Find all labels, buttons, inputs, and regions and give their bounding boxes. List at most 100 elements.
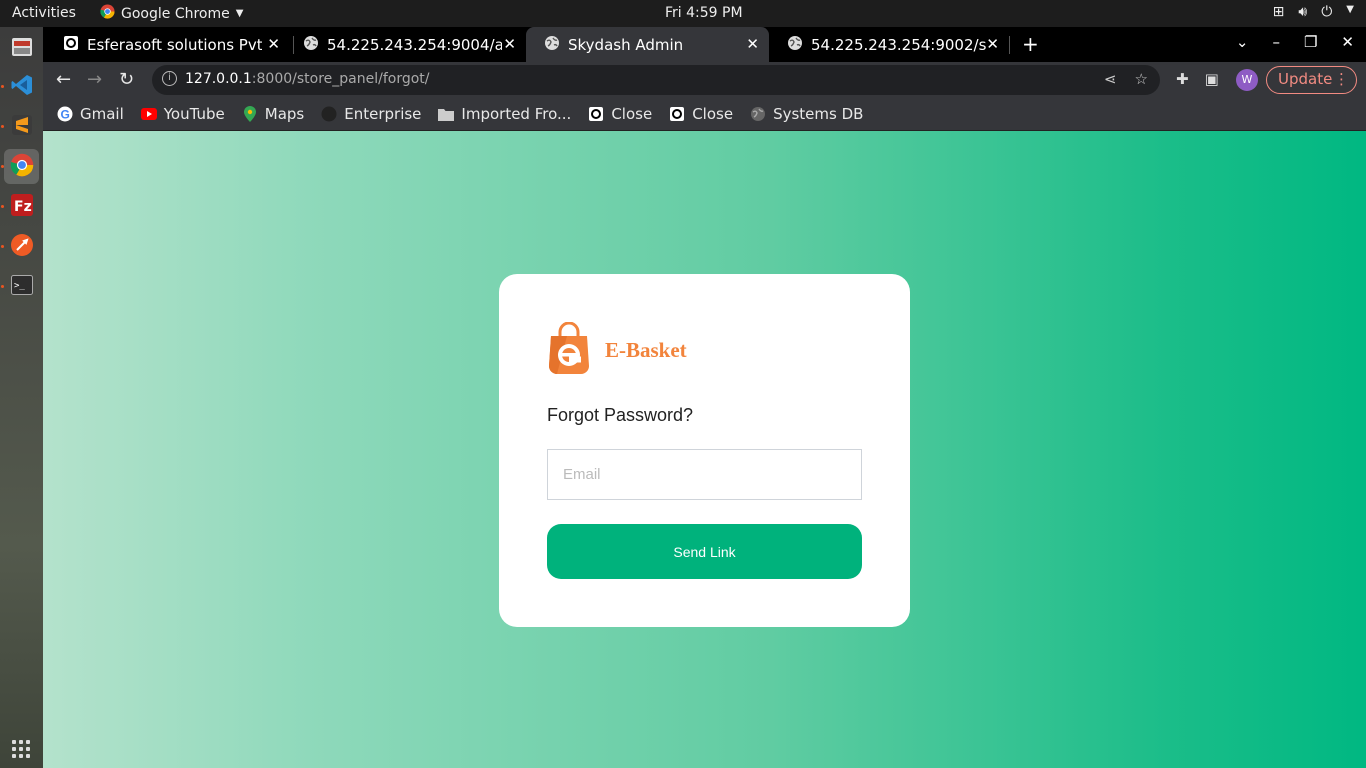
kebab-menu-icon: ⋮ [1334, 70, 1349, 88]
dock-vscode[interactable] [4, 69, 39, 104]
folder-icon [438, 106, 455, 122]
back-arrow-icon[interactable]: ← [56, 69, 71, 90]
omnibox-actions: ⋖ ☆ [1104, 70, 1148, 88]
brand-name: E-Basket [605, 337, 687, 362]
url-text[interactable]: 127.0.0.1:8000/store_panel/forgot/ [185, 71, 430, 87]
close-icon[interactable]: ✕ [746, 35, 759, 53]
bookmark-enterprise[interactable]: Enterprise [321, 105, 421, 123]
sublime-icon [11, 114, 33, 140]
shopping-bag-logo-icon [547, 321, 591, 378]
forward-arrow-icon[interactable]: → [87, 69, 102, 90]
running-indicator [1, 245, 4, 248]
reload-icon[interactable]: ↻ [119, 69, 134, 90]
network-icon: ⊞ [1272, 4, 1285, 20]
close-icon[interactable]: ✕ [986, 35, 999, 53]
running-indicator [1, 85, 4, 88]
brand-logo: E-Basket [547, 321, 687, 378]
bookmark-label: YouTube [163, 105, 225, 123]
globe-icon [787, 35, 803, 55]
tab-esferasoft[interactable]: Esferasoft solutions Pvt Ltd ✕ [45, 27, 290, 62]
youtube-icon [140, 106, 157, 122]
address-bar[interactable]: i 127.0.0.1:8000/store_panel/forgot/ ⋖ ☆ [152, 65, 1160, 95]
tab-strip: Esferasoft solutions Pvt Ltd ✕ 54.225.24… [43, 27, 1366, 62]
page-viewport: E-Basket Forgot Password? Send Link [43, 131, 1366, 768]
update-button[interactable]: Update ⋮ [1266, 66, 1357, 94]
bookmark-youtube[interactable]: YouTube [140, 105, 225, 123]
dock-files-manager[interactable] [4, 31, 39, 66]
extension-area: ✚ ▣ [1176, 70, 1219, 88]
running-indicator [1, 125, 4, 128]
bookmark-label: Maps [264, 105, 305, 123]
send-link-button[interactable]: Send Link [547, 524, 862, 579]
dock-sublime[interactable] [4, 109, 39, 144]
dock-postman[interactable] [4, 229, 39, 264]
globe-icon [544, 35, 560, 55]
dock-filezilla[interactable]: Fz [4, 189, 39, 224]
terminal-icon: >_ [10, 274, 33, 299]
star-icon[interactable]: ☆ [1135, 70, 1148, 88]
chevron-down-icon: ▼ [235, 8, 244, 19]
close-icon[interactable]: ✕ [267, 35, 280, 53]
chrome-icon [100, 4, 115, 23]
restore-icon[interactable]: ❐ [1304, 33, 1317, 51]
bookmark-maps[interactable]: Maps [242, 105, 304, 123]
bookmark-imported-folder[interactable]: Imported Fro... [438, 105, 571, 123]
bookmark-label: Gmail [80, 105, 124, 123]
tab-title: Esferasoft solutions Pvt Ltd [87, 35, 262, 54]
tab-store-9002[interactable]: 54.225.243.254:9002/store ✕ [769, 27, 1009, 62]
app-menu-label: Google Chrome [121, 5, 230, 22]
tab-title: 54.225.243.254:9004/app/ [327, 35, 502, 54]
close-window-icon[interactable]: ✕ [1341, 33, 1354, 51]
svg-text:G: G [61, 108, 70, 122]
page-title: Forgot Password? [547, 405, 694, 425]
tab-app-9004[interactable]: 54.225.243.254:9004/app/ ✕ [285, 27, 526, 62]
file-cabinet-icon [11, 36, 33, 62]
svg-text:>_: >_ [14, 281, 25, 291]
bookmarks-bar: G Gmail YouTube Maps Enterprise Imported… [43, 98, 1366, 131]
new-tab-button[interactable]: + [1022, 32, 1039, 56]
bookmark-label: Systems DB [773, 105, 864, 123]
site-info-icon[interactable]: i [162, 71, 177, 86]
bookmark-close-2[interactable]: Close [669, 105, 733, 123]
profile-avatar[interactable]: W [1236, 69, 1258, 91]
email-field[interactable] [547, 449, 862, 500]
vscode-icon [11, 74, 33, 100]
chrome-icon [10, 153, 34, 181]
bookmark-systems-db[interactable]: Systems DB [750, 105, 863, 123]
clock[interactable]: Fri 4:59 PM [665, 5, 743, 21]
bookmark-gmail[interactable]: G Gmail [57, 105, 124, 123]
app-menu[interactable]: Google Chrome ▼ [100, 4, 243, 23]
filezilla-icon: Fz [10, 193, 34, 221]
tab-skydash-admin[interactable]: Skydash Admin ✕ [526, 27, 769, 62]
system-top-bar: Activities Google Chrome ▼ Fri 4:59 PM ⊞… [0, 0, 1366, 27]
window-controls: ⌄ – ❐ ✕ [1236, 33, 1354, 51]
power-icon: ⏻ [1321, 4, 1333, 20]
bookmark-close-1[interactable]: Close [588, 105, 652, 123]
minimize-icon[interactable]: – [1272, 33, 1280, 51]
activities-button[interactable]: Activities [12, 5, 76, 21]
bookmark-label: Close [611, 105, 653, 123]
site-favicon-icon [63, 35, 79, 55]
url-host: 127.0.0.1 [185, 71, 252, 87]
dock-terminal[interactable]: >_ [4, 269, 39, 304]
volume-icon: 🔊︎ [1298, 4, 1308, 20]
puzzle-piece-icon[interactable]: ✚ [1176, 70, 1189, 88]
dock-chrome[interactable] [4, 149, 39, 184]
tab-search-chevron-icon[interactable]: ⌄ [1236, 33, 1249, 51]
bookmark-label: Enterprise [344, 105, 422, 123]
url-path: :8000/store_panel/forgot/ [251, 71, 430, 87]
running-indicator [1, 165, 4, 168]
tab-separator [1009, 36, 1010, 54]
show-applications-icon[interactable] [12, 740, 30, 758]
close-icon[interactable]: ✕ [503, 35, 516, 53]
close-site-icon [588, 106, 604, 122]
close-site-icon [669, 106, 685, 122]
side-panel-icon[interactable]: ▣ [1205, 70, 1219, 88]
share-icon[interactable]: ⋖ [1104, 70, 1117, 88]
browser-toolbar: ← → ↻ i 127.0.0.1:8000/store_panel/forgo… [43, 62, 1366, 98]
postman-icon [10, 233, 34, 261]
system-tray[interactable]: ⊞ 🔊︎ ⏻ ▼ [1273, 4, 1354, 20]
tab-title: 54.225.243.254:9002/store [811, 35, 986, 54]
dock: Fz >_ [0, 27, 43, 768]
running-indicator [1, 205, 4, 208]
